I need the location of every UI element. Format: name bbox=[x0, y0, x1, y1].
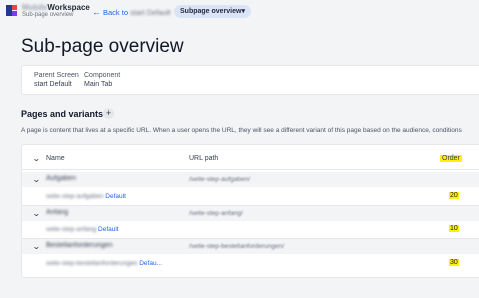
page-url-path-redacted: /seite-step-anfang/ bbox=[189, 210, 243, 217]
parent-screen-value: start Default bbox=[34, 81, 72, 88]
table-row[interactable]: ⌄ Aufgaben /seite-step-aufgaben/ bbox=[22, 172, 479, 187]
back-link-prefix: Back to bbox=[103, 8, 129, 17]
pages-table: ⌄ Name URL path Order ⌄ Aufgaben /seite-… bbox=[21, 144, 479, 278]
variant-name-redacted: seite-step-aufgaben bbox=[46, 193, 104, 200]
chevron-down-icon[interactable]: ⌄ bbox=[32, 154, 41, 163]
variant-link[interactable]: seite-step-bestellanforderungen Defau... bbox=[46, 260, 162, 267]
page-url-path-redacted: /seite-step-bestellanforderungen/ bbox=[189, 243, 285, 250]
back-link[interactable]: ← Back to start Default bbox=[92, 7, 171, 17]
variant-label: Default bbox=[105, 193, 126, 200]
section-description: A page is content that lives at a specif… bbox=[21, 127, 462, 134]
column-header-order[interactable]: Order bbox=[440, 155, 462, 162]
page-switcher-dropdown[interactable]: Subpage overview▾ bbox=[174, 5, 251, 18]
column-header-order-label: Order bbox=[440, 155, 462, 162]
section-title: Pages and variants bbox=[21, 109, 104, 119]
workspace-name-redacted: Mobile bbox=[22, 3, 48, 12]
divider bbox=[22, 169, 479, 170]
page-switcher-label: Subpage overview bbox=[180, 8, 242, 15]
table-row[interactable]: ⌄ Bestellanforderungen /seite-step-beste… bbox=[22, 239, 479, 254]
chevron-down-icon: ▾ bbox=[241, 8, 245, 15]
workspace-title: MobileWorkspace bbox=[22, 3, 90, 12]
variant-link[interactable]: seite-step-aufgaben Default bbox=[46, 193, 126, 200]
workspace-subtitle: Sub-page overview bbox=[22, 12, 74, 18]
component-label: Component bbox=[84, 72, 121, 79]
page-name-redacted: Anfang bbox=[46, 209, 69, 216]
column-header-name[interactable]: Name bbox=[46, 155, 65, 162]
chevron-down-icon[interactable]: ⌄ bbox=[32, 209, 41, 218]
app-logo-icon[interactable] bbox=[6, 5, 17, 16]
top-bar: MobileWorkspace Sub-page overview ← Back … bbox=[0, 0, 479, 24]
column-header-url-path[interactable]: URL path bbox=[189, 155, 218, 162]
page-name-redacted: Aufgaben bbox=[46, 175, 76, 182]
workspace-label: Workspace bbox=[47, 3, 90, 12]
variant-label: Defau... bbox=[139, 260, 162, 267]
variant-label: Default bbox=[98, 226, 119, 233]
page-name-redacted: Bestellanforderungen bbox=[46, 242, 113, 249]
variant-name-redacted: seite-step-anfang bbox=[46, 226, 97, 233]
chevron-down-icon[interactable]: ⌄ bbox=[32, 175, 41, 184]
variant-link[interactable]: seite-step-anfang Default bbox=[46, 226, 119, 233]
chevron-down-icon[interactable]: ⌄ bbox=[32, 242, 41, 251]
back-link-target-redacted: start Default bbox=[130, 8, 171, 17]
variant-name-redacted: seite-step-bestellanforderungen bbox=[46, 260, 138, 267]
info-card: Parent Screen start Default Component Ma… bbox=[21, 65, 479, 95]
add-page-button[interactable]: + bbox=[103, 108, 114, 119]
order-value: 10 bbox=[449, 225, 459, 232]
arrow-left-icon: ← bbox=[92, 7, 101, 17]
order-value: 20 bbox=[449, 192, 459, 199]
page-url-path-redacted: /seite-step-aufgaben/ bbox=[189, 176, 251, 183]
component-value: Main Tab bbox=[84, 81, 113, 88]
table-row[interactable]: ⌄ Anfang /seite-step-anfang/ bbox=[22, 206, 479, 221]
parent-screen-label: Parent Screen bbox=[34, 72, 79, 79]
order-value: 30 bbox=[449, 259, 459, 266]
page-title: Sub-page overview bbox=[21, 36, 184, 57]
